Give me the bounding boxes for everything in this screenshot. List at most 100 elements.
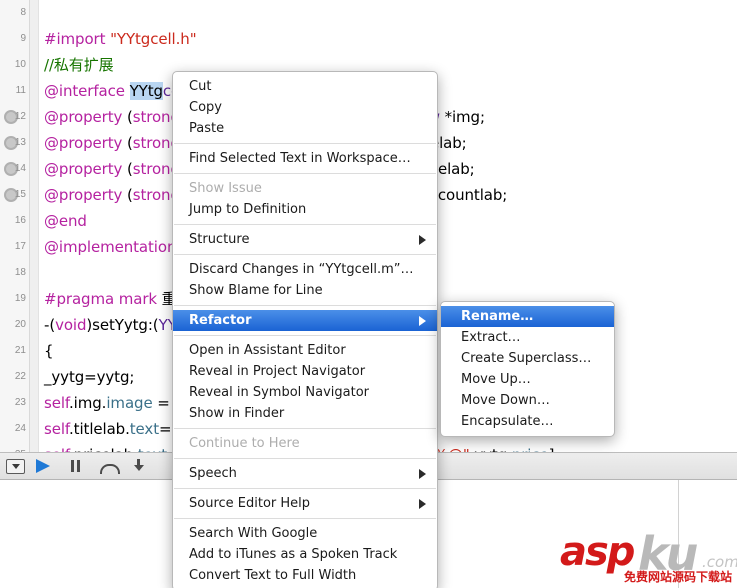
menu-item-show-in-finder[interactable]: Show in Finder — [173, 403, 437, 424]
code-token: text — [129, 420, 159, 438]
menu-separator — [174, 488, 436, 489]
submenu-item-move-up[interactable]: Move Up… — [441, 369, 614, 390]
menu-item-show-blame-for-line[interactable]: Show Blame for Line — [173, 280, 437, 301]
menu-item-discard-changes-in-yytgcell-m[interactable]: Discard Changes in “YYtgcell.m”… — [173, 259, 437, 280]
code-token: @end — [44, 212, 87, 230]
menu-item-label: Add to iTunes as a Spoken Track — [189, 547, 398, 562]
watermark-brand-red: asp — [560, 529, 635, 575]
line-number: 13 — [14, 137, 26, 148]
menu-item-reveal-in-project-navigator[interactable]: Reveal in Project Navigator — [173, 361, 437, 382]
menu-item-copy[interactable]: Copy — [173, 97, 437, 118]
step-into-icon[interactable] — [132, 459, 148, 475]
menu-item-find-selected-text-in-workspace[interactable]: Find Selected Text in Workspace… — [173, 148, 437, 169]
menu-item-label: Show in Finder — [189, 406, 285, 421]
menu-separator — [174, 224, 436, 225]
menu-item-label: Convert Text to Full Width — [189, 568, 357, 583]
menu-item-add-to-itunes-as-a-spoken-track[interactable]: Add to iTunes as a Spoken Track — [173, 544, 437, 565]
code-token: .titlelab. — [69, 420, 130, 438]
submenu-item-encapsulate[interactable]: Encapsulate… — [441, 411, 614, 432]
menu-item-label: Continue to Here — [189, 436, 300, 451]
code-token: @interface — [44, 82, 130, 100]
refactor-submenu[interactable]: Rename… Extract… Create Superclass… Move Up… — [440, 301, 615, 437]
code-text: _yytg=yytg; — [44, 364, 134, 390]
menu-item-show-issue: Show Issue — [173, 178, 437, 199]
line-number: 9 — [20, 33, 26, 44]
submenu-item-move-down[interactable]: Move Down… — [441, 390, 614, 411]
menu-separator — [174, 305, 436, 306]
code-text: @end — [44, 208, 87, 234]
code-token: YYtg — [129, 82, 163, 100]
step-over-icon[interactable] — [100, 459, 120, 474]
code-token: image — [106, 394, 153, 412]
menu-item-label: Open in Assistant Editor — [189, 343, 346, 358]
code-token: self — [44, 394, 70, 412]
menu-item-label: Discard Changes in “YYtgcell.m”… — [189, 262, 414, 277]
menu-item-label: Paste — [189, 121, 225, 136]
code-text: #import "YYtgcell.h" — [44, 26, 197, 52]
line-number: 18 — [14, 267, 26, 278]
line-number: 11 — [15, 85, 26, 96]
menu-item-paste[interactable]: Paste — [173, 118, 437, 139]
line-number: 21 — [14, 345, 26, 356]
code-token: -( — [44, 316, 56, 334]
menu-item-label: Cut — [189, 79, 212, 94]
menu-item-speech[interactable]: Speech — [173, 463, 437, 484]
chevron-right-icon — [419, 316, 426, 326]
line-number: 20 — [14, 319, 26, 330]
code-token: @implementation — [44, 238, 182, 256]
code-line[interactable]: 8 — [0, 0, 737, 26]
menu-item-label: Search With Google — [189, 526, 318, 541]
menu-item-structure[interactable]: Structure — [173, 229, 437, 250]
code-token: #import — [44, 30, 111, 48]
menu-separator — [174, 143, 436, 144]
submenu-item-label: Encapsulate… — [461, 414, 554, 429]
menu-item-reveal-in-symbol-navigator[interactable]: Reveal in Symbol Navigator — [173, 382, 437, 403]
code-token: { — [44, 342, 54, 360]
code-text: { — [44, 338, 54, 364]
menu-item-search-with-google[interactable]: Search With Google — [173, 523, 437, 544]
code-token: @property — [44, 108, 127, 126]
line-number: 17 — [14, 241, 26, 252]
code-token: _yytg=yytg; — [44, 368, 135, 386]
menu-item-cut[interactable]: Cut — [173, 76, 437, 97]
line-number: 16 — [14, 215, 26, 226]
menu-item-label: Show Issue — [189, 181, 262, 196]
hide-debug-area-icon[interactable] — [6, 459, 25, 474]
menu-item-jump-to-definition[interactable]: Jump to Definition — [173, 199, 437, 220]
menu-item-label: Structure — [189, 232, 250, 247]
line-number: 22 — [14, 371, 26, 382]
menu-item-label: Refactor — [189, 313, 252, 328]
line-number: 12 — [14, 111, 26, 122]
line-number: 19 — [14, 293, 26, 304]
editor-context-menu[interactable]: Cut Copy Paste Find Selected Text in Worksp… — [172, 71, 438, 588]
submenu-item-extract[interactable]: Extract… — [441, 327, 614, 348]
code-token: @property — [44, 134, 127, 152]
submenu-item-label: Extract… — [461, 330, 521, 345]
submenu-item-rename[interactable]: Rename… — [441, 306, 614, 327]
code-token: "YYtgcell.h" — [110, 30, 197, 48]
menu-separator — [174, 173, 436, 174]
code-text: //私有扩展 — [44, 52, 114, 78]
line-number: 23 — [14, 397, 26, 408]
submenu-item-label: Move Down… — [461, 393, 550, 408]
aspku-watermark: asp ku .com 免费网站源码下载站 — [560, 527, 737, 585]
menu-item-refactor[interactable]: Refactor — [173, 310, 437, 331]
watermark-tagline: 免费网站源码下载站 — [624, 570, 733, 584]
menu-item-open-in-assistant-editor[interactable]: Open in Assistant Editor — [173, 340, 437, 361]
menu-item-label: Jump to Definition — [189, 202, 307, 217]
menu-item-source-editor-help[interactable]: Source Editor Help — [173, 493, 437, 514]
menu-item-convert-text-to-full-width[interactable]: Convert Text to Full Width — [173, 565, 437, 586]
submenu-item-create-superclass[interactable]: Create Superclass… — [441, 348, 614, 369]
menu-item-label: Source Editor Help — [189, 496, 311, 511]
submenu-item-label: Move Up… — [461, 372, 531, 387]
code-token: *img; — [444, 108, 485, 126]
chevron-right-icon — [419, 499, 426, 509]
code-line[interactable]: 9 #import "YYtgcell.h" — [0, 26, 737, 52]
menu-separator — [174, 518, 436, 519]
pause-icon[interactable] — [70, 459, 82, 473]
code-token: .img. — [69, 394, 107, 412]
chevron-right-icon — [419, 469, 426, 479]
continue-icon[interactable] — [36, 459, 50, 473]
menu-item-label: Speech — [189, 466, 237, 481]
menu-item-label: Show Blame for Line — [189, 283, 323, 298]
